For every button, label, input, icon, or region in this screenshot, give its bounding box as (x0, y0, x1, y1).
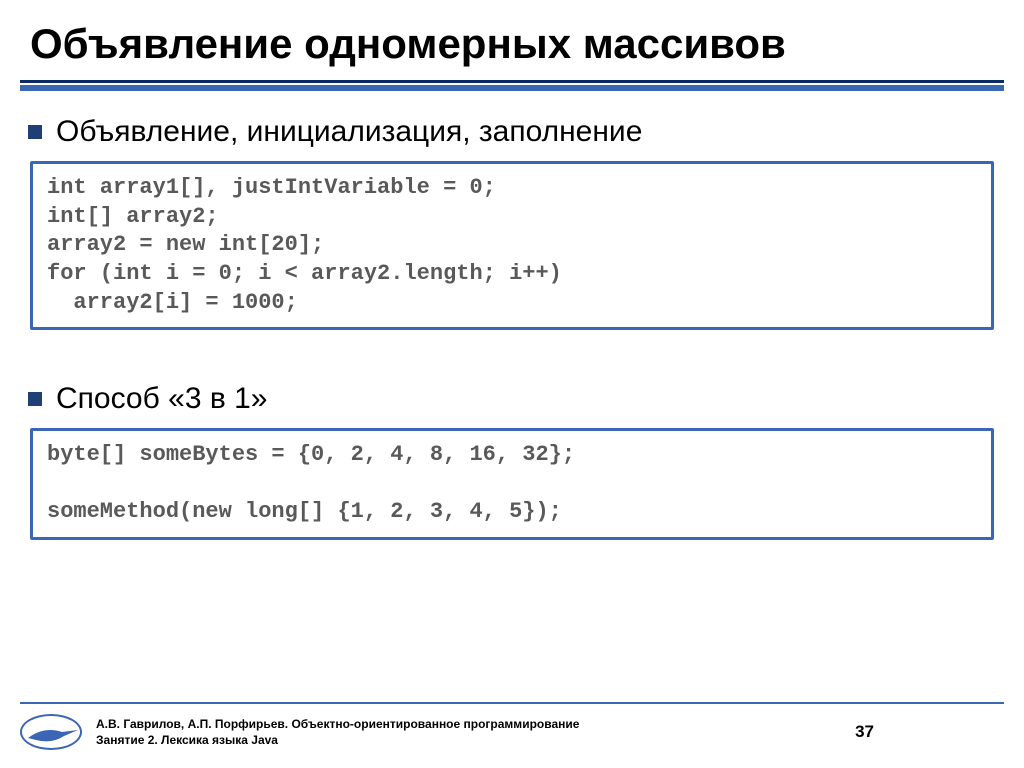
code-block-2: byte[] someBytes = {0, 2, 4, 8, 16, 32};… (30, 428, 994, 540)
page-number: 37 (855, 722, 1004, 742)
square-bullet-icon (28, 125, 42, 139)
slide: Объявление одномерных массивов Объявлени… (0, 0, 1024, 768)
footer: А.В. Гаврилов, А.П. Порфирьев. Объектно-… (20, 702, 1004, 750)
bullet-row-2: Способ «3 в 1» (28, 382, 996, 416)
square-bullet-icon (28, 392, 42, 406)
bullet-row-1: Объявление, инициализация, заполнение (28, 115, 996, 149)
bullet-text-1: Объявление, инициализация, заполнение (56, 115, 642, 149)
title-rule-dark (20, 80, 1004, 83)
logo-icon (20, 714, 82, 750)
footer-line-1: А.В. Гаврилов, А.П. Порфирьев. Объектно-… (96, 716, 841, 732)
code-block-1: int array1[], justIntVariable = 0; int[]… (30, 161, 994, 330)
code-text-2: byte[] someBytes = {0, 2, 4, 8, 16, 32};… (47, 441, 975, 527)
footer-line-2: Занятие 2. Лексика языка Java (96, 732, 841, 748)
slide-title: Объявление одномерных массивов (0, 0, 1024, 80)
code-text-1: int array1[], justIntVariable = 0; int[]… (47, 174, 975, 317)
footer-text: А.В. Гаврилов, А.П. Порфирьев. Объектно-… (96, 716, 841, 748)
content-area: Объявление, инициализация, заполнение in… (0, 91, 1024, 702)
bullet-text-2: Способ «3 в 1» (56, 382, 267, 416)
